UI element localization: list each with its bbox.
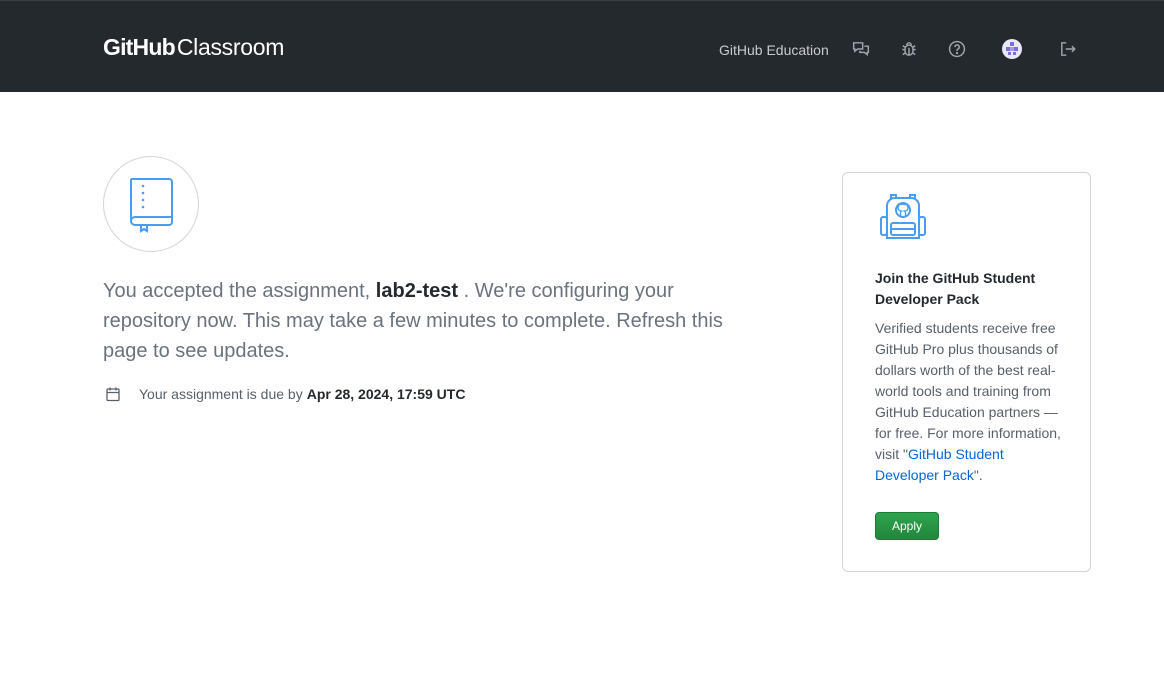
top-navbar: GitHub Classroom GitHub Education [0,0,1164,92]
assignment-accepted-message: You accepted the assignment, lab2-test .… [103,276,743,366]
book-icon [130,178,173,233]
sign-out-icon[interactable] [1059,40,1077,58]
calendar-icon [106,387,120,402]
bug-icon[interactable] [900,40,918,58]
assignment-book-badge [103,156,199,252]
promo-title: Join the GitHub Student Developer Pack [875,270,1036,307]
header-nav: GitHub Education [0,38,1164,62]
promo-body-end: ". [973,467,983,483]
message-prefix: You accepted the assignment, [103,280,376,302]
feedback-icon[interactable] [852,40,870,58]
github-education-link[interactable]: GitHub Education [719,42,829,58]
promo-body-text: Verified students receive free GitHub Pr… [875,320,1061,462]
due-date-row: Your assignment is due by Apr 28, 2024, … [105,384,465,404]
avatar[interactable] [1002,39,1022,59]
due-date-label: Your assignment is due by [139,386,303,402]
promo-description: Verified students receive free GitHub Pr… [875,318,1065,486]
backpack-icon [880,194,926,239]
assignment-name: lab2-test [375,280,459,302]
apply-button[interactable]: Apply [875,512,939,540]
help-icon[interactable] [948,40,966,58]
due-date-value: Apr 28, 2024, 17:59 UTC [306,386,466,402]
student-pack-card: Join the GitHub Student Developer Pack V… [842,172,1091,572]
